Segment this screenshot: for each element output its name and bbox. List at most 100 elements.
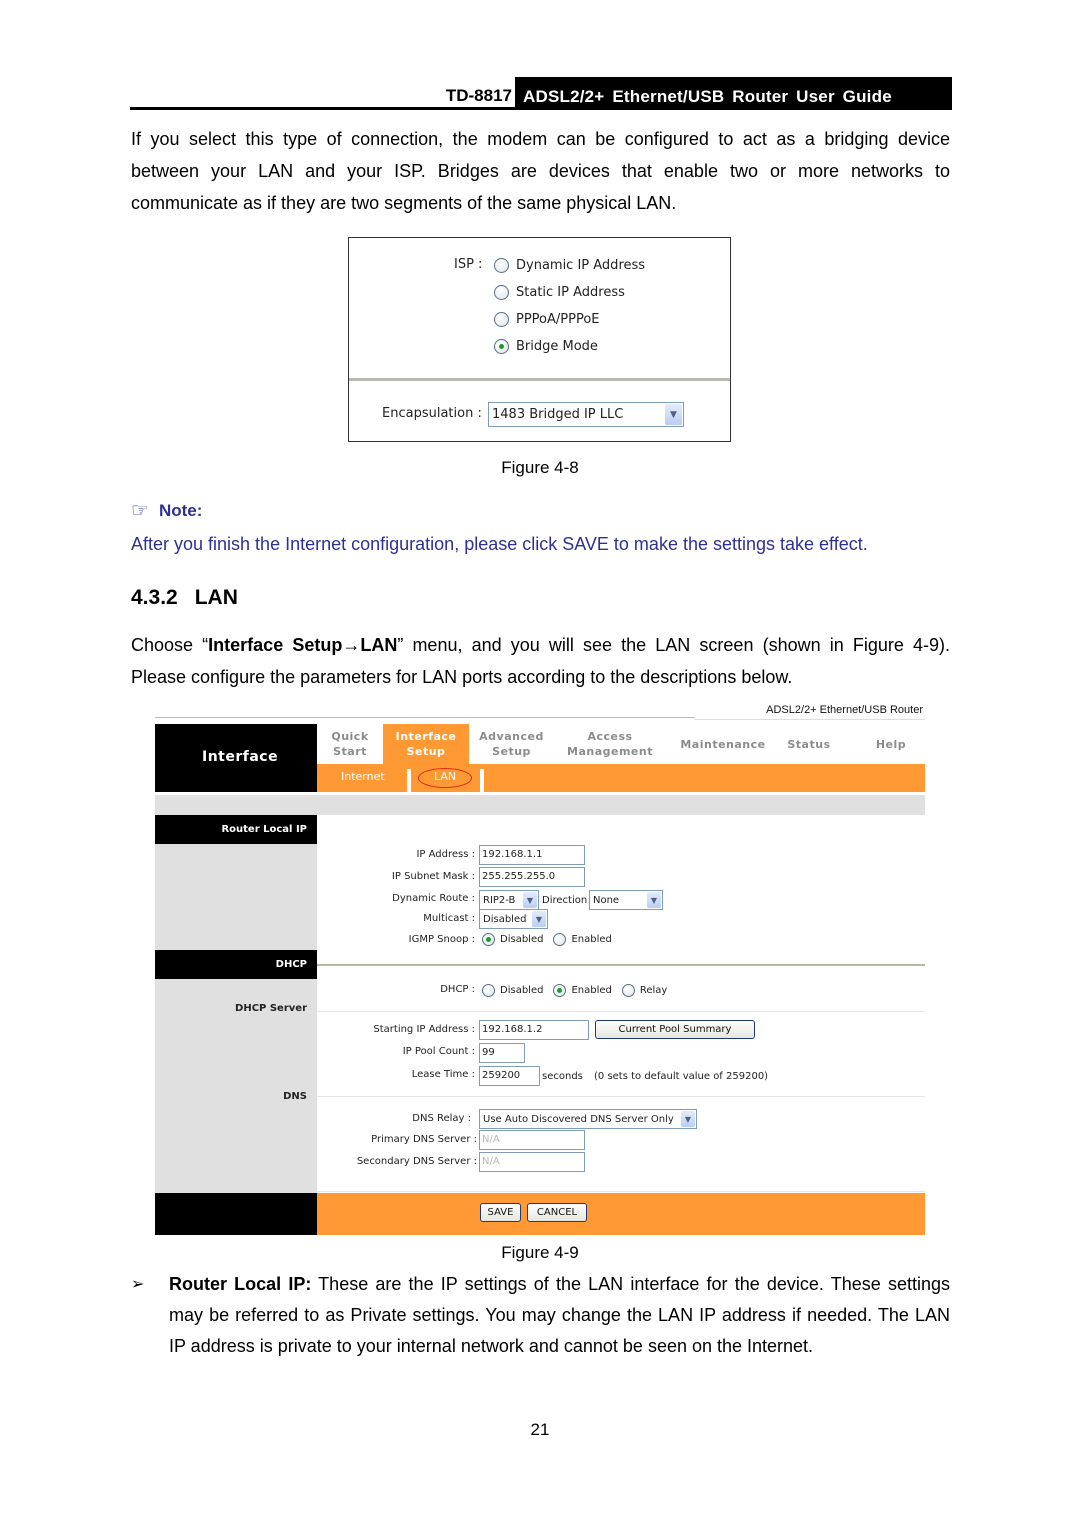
- radio-label: Disabled: [500, 934, 544, 945]
- bullet-text: Router Local IP: These are the IP settin…: [169, 1269, 950, 1362]
- subtab-internet[interactable]: Internet: [341, 770, 385, 783]
- subtab-lan[interactable]: LAN: [434, 770, 456, 783]
- tab-label: Interface: [395, 730, 457, 743]
- starting-ip-input[interactable]: 192.168.1.2: [479, 1020, 589, 1040]
- separator: [480, 769, 484, 792]
- dns-relay-select[interactable]: Use Auto Discovered DNS Server Only ▼: [479, 1109, 697, 1129]
- igmp-snoop-label: IGMP Snoop :: [408, 934, 475, 945]
- dynamic-route-select[interactable]: RIP2-B ▼: [479, 890, 539, 910]
- section-divider: [317, 1096, 925, 1097]
- primary-dns-label: Primary DNS Server :: [371, 1134, 477, 1145]
- isp-option-dynamic-ip[interactable]: Dynamic IP Address: [494, 258, 645, 273]
- radio-checked-icon[interactable]: [494, 339, 509, 354]
- ip-address-label: IP Address :: [416, 849, 475, 860]
- encapsulation-select[interactable]: 1483 Bridged IP LLC ▼: [488, 402, 684, 427]
- section-heading: 4.3.2 LAN: [131, 586, 238, 610]
- router-brand: ADSL2/2+ Ethernet/USB Router: [766, 704, 923, 716]
- label-dhcp-server: DHCP Server: [235, 1003, 307, 1014]
- direction-select[interactable]: None ▼: [589, 890, 663, 910]
- current-pool-summary-button[interactable]: Current Pool Summary: [595, 1020, 755, 1039]
- encapsulation-value: 1483 Bridged IP LLC: [492, 407, 624, 422]
- option-label: Static IP Address: [516, 285, 625, 300]
- radio-checked-icon[interactable]: [553, 984, 567, 997]
- radio-icon[interactable]: [553, 933, 567, 946]
- radio-icon[interactable]: [482, 984, 495, 997]
- section-divider: [317, 964, 925, 966]
- top-line: [155, 717, 695, 718]
- multicast-label: Multicast :: [423, 913, 475, 924]
- header-rule: [130, 107, 516, 110]
- dhcp-label: DHCP :: [440, 984, 475, 995]
- figure-4-8-caption: Figure 4-8: [501, 458, 579, 477]
- option-label: Bridge Mode: [516, 339, 598, 354]
- dns-relay-value: Use Auto Discovered DNS Server Only: [483, 1113, 674, 1125]
- intro-line-3: communicate as if they are two segments …: [131, 193, 677, 213]
- radio-icon[interactable]: [494, 312, 509, 327]
- chevron-down-icon[interactable]: ▼: [532, 911, 546, 927]
- section-divider: [317, 1191, 925, 1192]
- subnet-mask-input[interactable]: 255.255.255.0: [479, 867, 585, 887]
- pool-count-input[interactable]: 99: [479, 1043, 525, 1063]
- tab-advanced-setup[interactable]: Advanced Setup: [469, 724, 554, 764]
- tab-access-management[interactable]: Access Management: [554, 724, 666, 764]
- header-model: TD-8817: [445, 86, 512, 105]
- secondary-dns-input[interactable]: N/A: [479, 1152, 585, 1172]
- radio-checked-icon[interactable]: [482, 933, 495, 946]
- encapsulation-label: Encapsulation :: [382, 406, 482, 421]
- radio-icon[interactable]: [494, 285, 509, 300]
- header-title: ADSL2/2+ Ethernet/USB Router User Guide: [515, 77, 952, 110]
- intro-line-2: between your LAN and your ISP. Bridges a…: [131, 161, 950, 181]
- band-router-local-ip: Router Local IP: [155, 815, 317, 844]
- separator: [407, 769, 411, 792]
- tab-quick-start[interactable]: Quick Start: [317, 724, 383, 764]
- chevron-down-icon[interactable]: ▼: [681, 1111, 695, 1127]
- tab-status[interactable]: Status: [777, 724, 841, 764]
- bullet-term: Router Local IP:: [169, 1274, 312, 1294]
- tab-label: Management: [567, 745, 653, 758]
- dynamic-route-value: RIP2-B: [483, 894, 516, 906]
- tab-maintenance[interactable]: Maintenance: [669, 724, 777, 764]
- tab-label: Advanced: [479, 730, 544, 743]
- chevron-down-icon[interactable]: ▼: [523, 892, 537, 908]
- chevron-down-icon[interactable]: ▼: [647, 892, 661, 908]
- lease-time-hint: (0 sets to default value of 259200): [594, 1071, 769, 1082]
- radio-label: Relay: [639, 985, 668, 996]
- section-title: LAN: [194, 586, 238, 609]
- cancel-button[interactable]: CANCEL: [527, 1203, 587, 1222]
- divider: [349, 378, 730, 381]
- radio-icon[interactable]: [621, 984, 635, 997]
- primary-dns-input[interactable]: N/A: [479, 1130, 585, 1150]
- left-title-block: Interface: [155, 724, 317, 792]
- isp-option-bridge-mode[interactable]: Bridge Mode: [494, 339, 598, 354]
- isp-label: ISP :: [454, 257, 483, 272]
- footer-left-block: [155, 1193, 317, 1235]
- intro-line-1: If you select this type of connection, t…: [131, 129, 950, 149]
- lease-time-input[interactable]: 259200: [479, 1066, 540, 1086]
- tab-label: Start: [333, 745, 367, 758]
- chevron-down-icon[interactable]: ▼: [665, 404, 682, 425]
- option-label: Dynamic IP Address: [516, 258, 646, 273]
- ip-address-input[interactable]: 192.168.1.1: [479, 845, 585, 865]
- section-paragraph-line-1: Choose “Interface Setup→LAN” menu, and y…: [131, 629, 950, 661]
- dynamic-route-label: Dynamic Route :: [392, 893, 475, 904]
- figure-4-9-router-ui: ADSL2/2+ Ethernet/USB Router Interface Q…: [155, 700, 925, 1235]
- tab-help[interactable]: Help: [857, 724, 925, 764]
- multicast-value: Disabled: [483, 913, 527, 925]
- section-number: 4.3.2: [131, 586, 178, 609]
- save-button[interactable]: SAVE: [480, 1203, 521, 1222]
- lease-time-unit: seconds: [542, 1071, 583, 1082]
- gray-spacer: [155, 795, 925, 815]
- multicast-select[interactable]: Disabled ▼: [479, 909, 548, 929]
- direction-label: Direction: [542, 895, 588, 906]
- isp-option-static-ip[interactable]: Static IP Address: [494, 285, 625, 300]
- footer-bar: SAVE CANCEL: [317, 1193, 925, 1235]
- direction-value: None: [593, 894, 620, 906]
- menu-path: Interface Setup→LAN: [208, 635, 398, 655]
- dns-relay-label: DNS Relay :: [412, 1113, 471, 1124]
- page-number: 21: [530, 1420, 550, 1439]
- isp-option-pppoa-pppoe[interactable]: PPPoA/PPPoE: [494, 312, 600, 327]
- radio-icon[interactable]: [494, 258, 509, 273]
- tab-interface-setup[interactable]: Interface Setup: [383, 724, 469, 764]
- figure-4-9-caption: Figure 4-9: [501, 1243, 579, 1262]
- label-dns: DNS: [283, 1091, 307, 1102]
